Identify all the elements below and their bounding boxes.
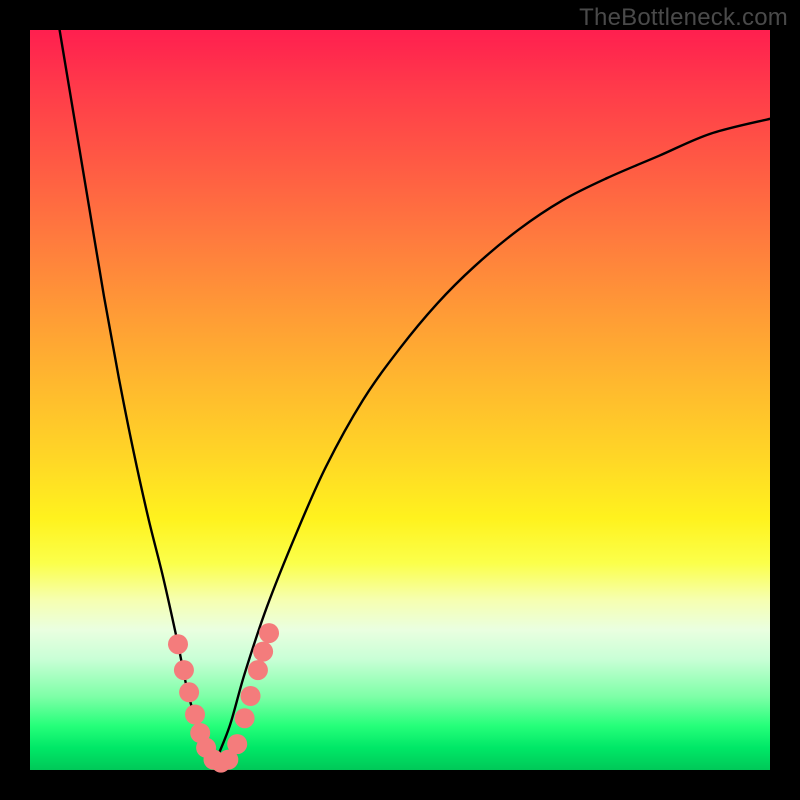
watermark-text: TheBottleneck.com bbox=[579, 4, 788, 32]
marker-dot bbox=[253, 642, 273, 662]
marker-dot bbox=[227, 734, 247, 754]
curve-right bbox=[215, 119, 770, 763]
plot-area bbox=[30, 30, 770, 770]
marker-dot bbox=[241, 686, 261, 706]
curve-left bbox=[60, 30, 215, 763]
marker-dot bbox=[185, 705, 205, 725]
marker-dot bbox=[259, 623, 279, 643]
marker-dot bbox=[179, 682, 199, 702]
outer-frame: TheBottleneck.com bbox=[0, 0, 800, 800]
marker-dot bbox=[248, 660, 268, 680]
marker-dot bbox=[174, 660, 194, 680]
marker-group bbox=[168, 623, 279, 773]
marker-dot bbox=[235, 708, 255, 728]
marker-dot bbox=[168, 634, 188, 654]
chart-svg bbox=[30, 30, 770, 770]
